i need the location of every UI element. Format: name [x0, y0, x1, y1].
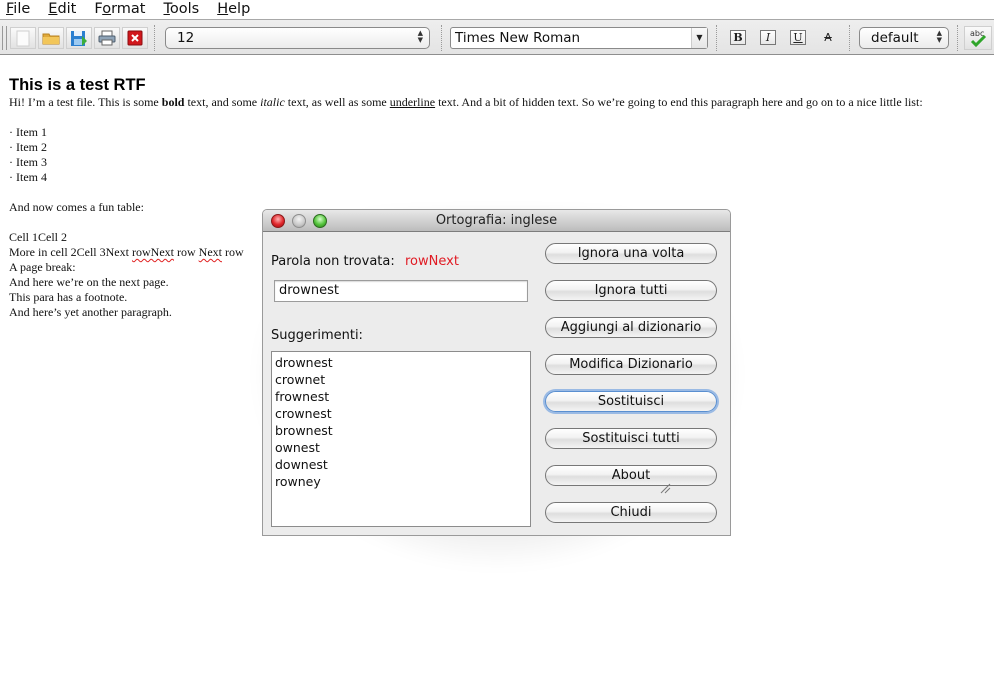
font-size-select[interactable]: 12 ▲ ▼	[165, 27, 430, 49]
suggestion-item[interactable]: crownet	[275, 371, 527, 388]
dropdown-arrow-icon: ▼	[691, 28, 707, 48]
list-item: · Item 4	[9, 170, 47, 184]
toolbar-separator	[849, 25, 850, 51]
not-found-label: Parola non trovata:	[271, 254, 395, 269]
italic-button[interactable]: I	[760, 30, 776, 45]
suggestion-item[interactable]: drownest	[275, 354, 527, 371]
replacement-input[interactable]: drownest	[274, 280, 528, 302]
open-button[interactable]	[38, 27, 64, 49]
edit-dictionary-button[interactable]: Modifica Dizionario	[545, 354, 717, 375]
underline-button[interactable]: U	[790, 30, 806, 45]
add-to-dictionary-button[interactable]: Aggiungi al dizionario	[545, 317, 717, 338]
underline-text: underline	[389, 95, 436, 109]
suggestion-item[interactable]: frownest	[275, 388, 527, 405]
replace-all-button[interactable]: Sostituisci tutti	[545, 428, 717, 449]
suggestion-item[interactable]: crownest	[275, 405, 527, 422]
blank-page-icon	[16, 30, 30, 46]
menu-file[interactable]: File	[6, 0, 30, 19]
menu-label: elp	[228, 1, 251, 17]
spellcheck-button[interactable]: abc	[964, 26, 992, 50]
list-item: · Item 2	[9, 140, 47, 154]
dialog-title: Ortografia: inglese	[435, 213, 558, 228]
printer-icon	[98, 30, 116, 46]
toolbar-grip[interactable]	[2, 26, 7, 50]
toolbar-separator	[154, 25, 155, 51]
mnemonic: H	[217, 1, 229, 17]
menu-help[interactable]: Help	[217, 0, 250, 19]
font-family-value: Times New Roman	[455, 30, 581, 46]
mnemonic: o	[102, 1, 112, 17]
menu-format[interactable]: Format	[94, 0, 145, 19]
about-button[interactable]: About	[545, 465, 717, 486]
menu-label: ile	[13, 1, 31, 17]
suggestions-list[interactable]: drownest crownet frownest crownest brown…	[271, 351, 531, 527]
toolbar: 12 ▲ ▼ Times New Roman ▼ B I U A default …	[0, 19, 994, 55]
toolbar-separator	[957, 25, 958, 51]
close-window-icon[interactable]	[271, 214, 285, 228]
close-button[interactable]: Chiudi	[545, 502, 717, 523]
menu-tools[interactable]: Tools	[163, 0, 199, 19]
text-run: text, as well as some	[284, 95, 390, 109]
text-run: Hi! I’m a test file. This is some	[9, 95, 162, 109]
close-document-button[interactable]	[122, 27, 148, 49]
folder-icon	[42, 33, 60, 45]
menu-label: dit	[57, 1, 77, 17]
floppy-disk-icon	[71, 30, 87, 46]
new-document-button[interactable]	[10, 27, 36, 49]
save-button[interactable]	[66, 27, 92, 49]
intro-paragraph: Hi! I’m a test file. This is some bold t…	[9, 95, 923, 110]
strikethrough-button[interactable]: A	[820, 30, 836, 45]
style-select[interactable]: default ▲ ▼	[859, 27, 949, 49]
suggestion-item[interactable]: rowney	[275, 473, 527, 490]
zoom-window-icon[interactable]	[313, 214, 327, 228]
ignore-all-button[interactable]: Ignora tutti	[545, 280, 717, 301]
suggestion-item[interactable]: downest	[275, 456, 527, 473]
red-x-icon	[127, 30, 143, 46]
replace-button[interactable]: Sostituisci	[545, 391, 717, 412]
font-size-value: 12	[177, 30, 195, 46]
bold-button[interactable]: B	[730, 30, 746, 45]
stepper-arrows-icon: ▲ ▼	[936, 29, 942, 44]
document-title: This is a test RTF	[9, 76, 146, 94]
stepper-arrows-icon: ▲ ▼	[417, 29, 423, 44]
text-run: row	[221, 245, 244, 259]
toolbar-separator	[716, 25, 717, 51]
menu-bar: File Edit Format Tools Help	[0, 0, 994, 19]
text-run: text, and some	[184, 95, 261, 109]
list-item: · Item 1	[9, 125, 47, 139]
suggestions-label: Suggerimenti:	[271, 328, 363, 343]
style-value: default	[871, 30, 919, 46]
spellcheck-dialog: Ortografia: inglese Parola non trovata: …	[262, 209, 731, 536]
minimize-window-icon[interactable]	[292, 214, 306, 228]
list-item: · Item 3	[9, 155, 47, 169]
text-run: More in cell 2Cell 3Next	[9, 245, 132, 259]
menu-label: ools	[169, 1, 200, 17]
suggestion-item[interactable]: ownest	[275, 439, 527, 456]
not-found-word: rowNext	[405, 254, 459, 269]
toolbar-separator	[441, 25, 442, 51]
print-button[interactable]	[94, 27, 120, 49]
misspelled-word[interactable]: Next	[199, 245, 222, 259]
text-run: row	[173, 245, 199, 259]
dialog-titlebar[interactable]: Ortografia: inglese	[263, 210, 730, 232]
text-run: text. And a bit of hidden text. So we’re…	[435, 95, 923, 109]
spellcheck-icon: abc	[970, 29, 987, 48]
resize-grip-icon[interactable]	[659, 482, 671, 494]
ignore-once-button[interactable]: Ignora una volta	[545, 243, 717, 264]
menu-label: rmat	[111, 1, 146, 17]
suggestion-item[interactable]: brownest	[275, 422, 527, 439]
menu-edit[interactable]: Edit	[48, 0, 76, 19]
misspelled-word[interactable]: rowNext	[132, 245, 174, 259]
italic-text: italic	[260, 95, 285, 109]
font-family-select[interactable]: Times New Roman ▼	[450, 27, 708, 49]
bold-text: bold	[161, 95, 185, 109]
